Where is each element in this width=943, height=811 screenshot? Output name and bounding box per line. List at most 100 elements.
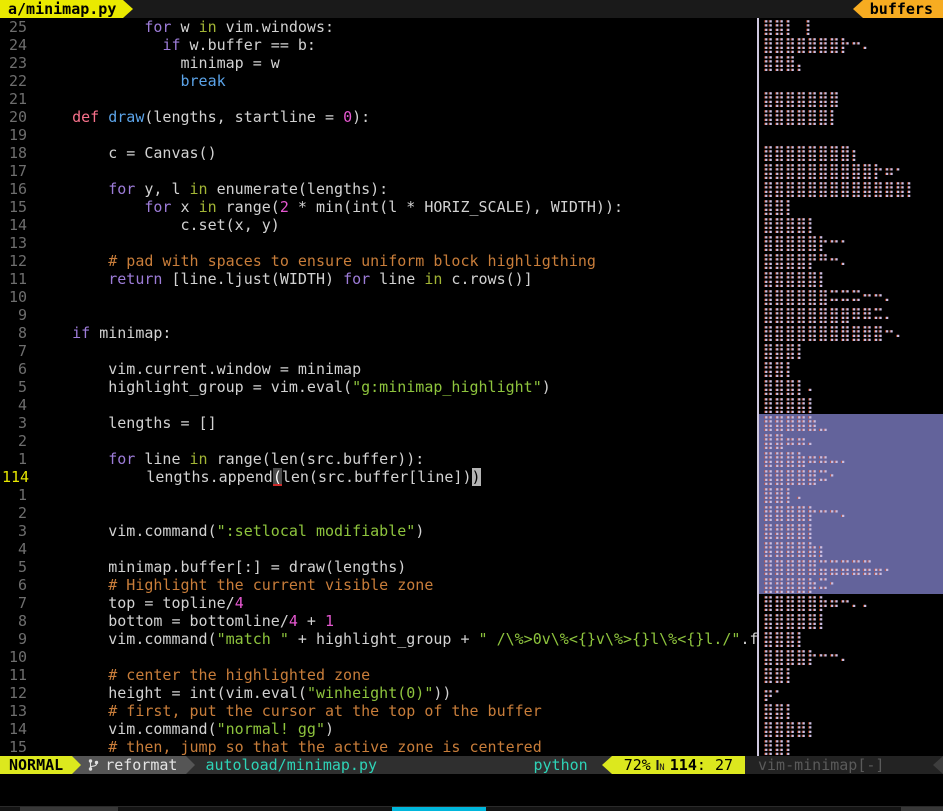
minimap-line[interactable]: ⣿⣿⡇ xyxy=(759,360,943,378)
code-line[interactable]: 11 return [line.ljust(WIDTH) for line in… xyxy=(0,270,757,288)
minimap-line[interactable]: ⣿⣿⣿⣿⣿⣿⡇ xyxy=(759,108,943,126)
minimap-line[interactable]: ⣿⣿⣿⣿⣿⡇ xyxy=(759,270,943,288)
minimap-line[interactable]: ⣿⣿⡇ xyxy=(759,702,943,720)
minimap-line-highlighted[interactable]: ⣿⣿⣿⣿⣷⣀ xyxy=(759,414,943,432)
minimap-line-highlighted[interactable]: ⣿⣿⠶⠶⠄ xyxy=(759,432,943,450)
minimap-line[interactable]: ⣿⣿⣿⣿⡟⠛⠒⠄ xyxy=(759,252,943,270)
code-token: 4 xyxy=(235,594,244,612)
code-line[interactable]: 6 vim.current.window = minimap xyxy=(0,360,757,378)
code-line[interactable]: 1 for line in range(len(src.buffer)): xyxy=(0,450,757,468)
code-line[interactable]: 7 top = topline/4 xyxy=(0,594,757,612)
code-token: range(len(src.buffer)): xyxy=(208,450,425,468)
code-line[interactable]: 10 xyxy=(0,288,757,306)
tab-buffers[interactable]: buffers xyxy=(863,0,943,18)
minimap-line[interactable]: ⣿⣿⣿⣿⡇ xyxy=(759,216,943,234)
minimap-line[interactable]: ⣿⣿⣿⣿⡗⠒⠒⠄ xyxy=(759,648,943,666)
code-line[interactable]: 114 lengths.append(len(src.buffer[line])… xyxy=(0,468,757,486)
code-line[interactable]: 13 # first, put the cursor at the top of… xyxy=(0,702,757,720)
minimap-line[interactable]: ⣿⣿⣿⣿⣿⣿⣿⣿⣿⣿⡗⠶⠂ xyxy=(759,162,943,180)
minimap-line[interactable]: ⣿⣿⣿⣿⣿⣿⣿⣿⠿⠿⠭⠄ xyxy=(759,306,943,324)
minimap-line[interactable]: ⣿⣿⣿⣿⣿⣿⣿⣿⡆ xyxy=(759,144,943,162)
code-line[interactable]: 21 xyxy=(0,90,757,108)
code-line[interactable]: 8 if minimap: xyxy=(0,324,757,342)
code-line[interactable]: 2 xyxy=(0,432,757,450)
minimap-window[interactable]: ⣿⣿⡇ ⡇⣿⣿⣿⣿⣿⣿⣿⡗⠒⠄⣿⣿⣿⡄⣿⣿⣿⣿⣿⣿⣿⣿⣿⣿⣿⣿⣿⡇⣿⣿⣿⣿⣿⣿⣿… xyxy=(759,18,943,756)
minimap-line[interactable]: ⡶⠂ xyxy=(759,684,943,702)
minimap-line[interactable]: ⣿⣿⣿⣿⣿⣿⣿⣿⣿⣿⣿⣿⣿⡇ xyxy=(759,180,943,198)
code-line[interactable]: 1 xyxy=(0,486,757,504)
minimap-line[interactable] xyxy=(759,72,943,90)
code-line[interactable]: 20 def draw(lengths, startline = 0): xyxy=(0,108,757,126)
minimap-line[interactable]: ⣿⣿⡇ xyxy=(759,198,943,216)
code-line[interactable]: 14 vim.command("normal! gg") xyxy=(0,720,757,738)
code-token: ) xyxy=(415,522,424,540)
minimap-line-highlighted[interactable]: ⣿⣿⣿⣿⣷⡆ xyxy=(759,540,943,558)
code-line[interactable]: 8 bottom = bottomline/4 + 1 xyxy=(0,612,757,630)
minimap-line[interactable]: ⣿⣿⡇ xyxy=(759,666,943,684)
code-line[interactable]: 5 minimap.buffer[:] = draw(lengths) xyxy=(0,558,757,576)
minimap-line[interactable]: ⣿⣿⣿⣿⡇ xyxy=(759,396,943,414)
code-line[interactable]: 11 # center the highlighted zone xyxy=(0,666,757,684)
minimap-line-highlighted[interactable]: ⣿⣿⡇⠄ xyxy=(759,486,943,504)
code-line[interactable]: 6 # Highlight the current visible zone xyxy=(0,576,757,594)
code-line[interactable]: 9 xyxy=(0,306,757,324)
minimap-line-highlighted[interactable]: ⣿⣿⣿⣷⠶⠶⠤⠄ xyxy=(759,450,943,468)
code-line[interactable]: 3 vim.command(":setlocal modifiable") xyxy=(0,522,757,540)
minimap-line-highlighted[interactable]: ⣿⣿⣿⣿⡷⠭⠂ xyxy=(759,576,943,594)
code-line[interactable]: 25 for w in vim.windows: xyxy=(0,18,757,36)
minimap-line[interactable]: ⣿⣿⣿⣿⣿⣿⠭⠭⠭⠒⠒⠄ xyxy=(759,288,943,306)
line-number: 25 xyxy=(0,18,36,36)
minimap-line[interactable]: ⣿⣿⡇ xyxy=(759,738,943,756)
minimap-line[interactable]: ⣿⣿⣿⣿⣿⣿⣿ xyxy=(759,90,943,108)
code-line[interactable]: 15 for x in range(2 * min(int(l * HORIZ_… xyxy=(0,198,757,216)
line-number: 13 xyxy=(0,702,36,720)
code-text: bottom = bottomline/4 + 1 xyxy=(36,612,334,630)
code-line[interactable]: 2 xyxy=(0,504,757,522)
code-line[interactable]: 16 for y, l in enumerate(lengths): xyxy=(0,180,757,198)
code-line[interactable]: 12 height = int(vim.eval("winheight(0)")… xyxy=(0,684,757,702)
minimap-line-highlighted[interactable]: ⣿⣿⣿⣿⡗⠒⠒⠄ xyxy=(759,504,943,522)
code-token: .f xyxy=(740,630,757,648)
code-line[interactable]: 4 xyxy=(0,540,757,558)
minimap-statusline: vim-minimap[-] xyxy=(745,756,943,774)
minimap-line[interactable]: ⣿⣿⡇ ⡇ xyxy=(759,18,943,36)
statusline-position: 72% N 114: 27 xyxy=(612,756,745,774)
code-line[interactable]: 23 minimap = w xyxy=(0,54,757,72)
code-line[interactable]: 14 c.set(x, y) xyxy=(0,216,757,234)
minimap-line[interactable]: ⣿⣿⣿⡇⠄ xyxy=(759,378,943,396)
code-line[interactable]: 13 xyxy=(0,234,757,252)
minimap-line[interactable]: ⣿⣿⣿⣿⣿⣿⣿⡗⠒⠄ xyxy=(759,36,943,54)
minimap-line[interactable]: ⣿⣿⣿⡄ xyxy=(759,54,943,72)
code-line[interactable]: 17 xyxy=(0,162,757,180)
minimap-line[interactable]: ⣿⣿⣿⣿⣿⡇ xyxy=(759,612,943,630)
code-token: for xyxy=(108,450,135,468)
code-token: # center the highlighted zone xyxy=(36,666,370,684)
minimap-line-highlighted[interactable]: ⣿⣿⣿⣿⣿⣭⣭⣭⣭⣭⣤⠄ xyxy=(759,558,943,576)
code-line[interactable]: 4 xyxy=(0,396,757,414)
tab-active-file[interactable]: a/minimap.py xyxy=(0,0,123,18)
minimap-line[interactable]: ⣿⣿⣿⡇ xyxy=(759,630,943,648)
code-line[interactable]: 18 c = Canvas() xyxy=(0,144,757,162)
statusline-filename: autoload/minimap.py xyxy=(195,756,519,774)
code-line[interactable]: 7 xyxy=(0,342,757,360)
code-line[interactable]: 5 highlight_group = vim.eval("g:minimap_… xyxy=(0,378,757,396)
code-line[interactable]: 15 # then, jump so that the active zone … xyxy=(0,738,757,756)
minimap-line[interactable]: ⣿⣿⣿⣿⡇ xyxy=(759,720,943,738)
code-line[interactable]: 3 lengths = [] xyxy=(0,414,757,432)
line-number: 8 xyxy=(0,324,36,342)
minimap-line[interactable]: ⣿⣿⣿⡇ xyxy=(759,342,943,360)
code-line[interactable]: 9 vim.command("match " + highlight_group… xyxy=(0,630,757,648)
minimap-line[interactable] xyxy=(759,126,943,144)
code-window[interactable]: 25 for w in vim.windows:24 if w.buffer =… xyxy=(0,18,757,756)
minimap-line-highlighted[interactable]: ⣿⣿⣿⣿⡇ xyxy=(759,522,943,540)
minimap-line[interactable]: ⣿⣿⣿⣿⣿⡷⠶⠒⠄⠄ xyxy=(759,594,943,612)
code-line[interactable]: 19 xyxy=(0,126,757,144)
minimap-line[interactable]: ⣿⣿⣿⣿⣿⣿⣿⣿⣿⣿⣿⠒⠄ xyxy=(759,324,943,342)
command-line[interactable] xyxy=(0,774,943,806)
code-line[interactable]: 10 xyxy=(0,648,757,666)
code-line[interactable]: 12 # pad with spaces to ensure uniform b… xyxy=(0,252,757,270)
minimap-line-highlighted[interactable]: ⣿⣿⣿⣿⣿⠭⠂ xyxy=(759,468,943,486)
code-line[interactable]: 22 break xyxy=(0,72,757,90)
minimap-line[interactable]: ⣿⣿⣿⣿⣿⡗⠒⠂ xyxy=(759,234,943,252)
code-line[interactable]: 24 if w.buffer == b: xyxy=(0,36,757,54)
